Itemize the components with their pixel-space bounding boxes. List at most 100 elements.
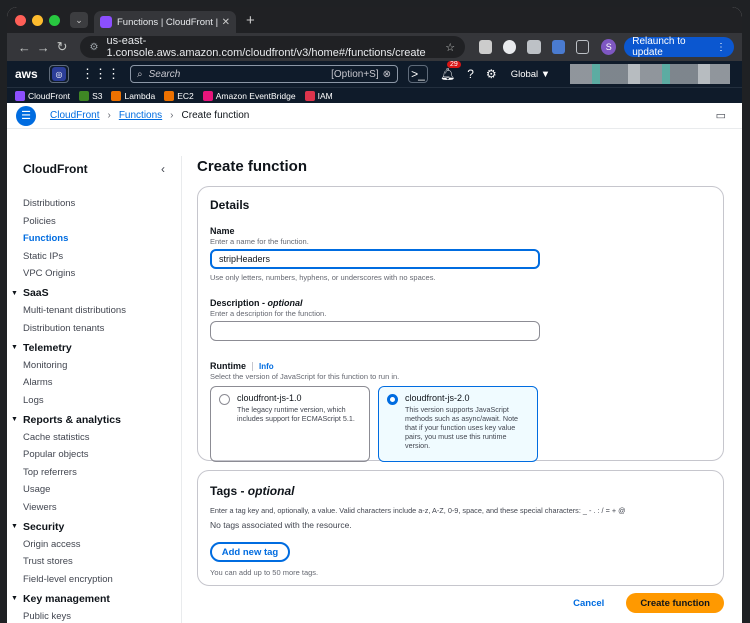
profile-avatar[interactable]: S — [601, 39, 617, 55]
sidebar-item[interactable]: Field-level encryption — [23, 571, 165, 589]
runtime-title: cloudfront-js-2.0 — [405, 393, 470, 403]
back-icon[interactable]: ← — [15, 40, 34, 55]
close-tab-icon[interactable]: ✕ — [222, 17, 230, 28]
sidebar-item[interactable]: Viewers — [23, 499, 165, 517]
page-title: Create function — [197, 158, 308, 175]
sidebar-item[interactable]: Public keys — [23, 608, 165, 623]
extension-icon[interactable] — [503, 40, 517, 54]
caret-down-icon: ▼ — [11, 416, 18, 424]
extension-icon[interactable] — [551, 40, 565, 54]
close-window-button[interactable] — [15, 14, 26, 26]
add-new-tag-button[interactable]: Add new tag — [210, 542, 290, 562]
description-help: Enter a description for the function. — [210, 309, 327, 318]
form-actions: Cancel Create function — [197, 593, 724, 613]
favorite-item[interactable]: S3 — [79, 90, 102, 101]
favorite-item[interactable]: IAM — [304, 90, 333, 101]
cancel-button[interactable]: Cancel — [573, 598, 604, 609]
sidebar-item[interactable]: Alarms — [23, 374, 165, 392]
runtime-info-link[interactable]: Info — [252, 362, 274, 371]
notifications-panel-icon[interactable]: ▭ — [716, 109, 726, 122]
sidebar-section[interactable]: ▼ SaaS — [11, 285, 165, 303]
aws-top-nav: aws ◎ ⋮⋮⋮ ⌕ Search [Option+S] ⊗ >_ 🔔︎ 29 … — [7, 61, 742, 87]
main-content: Create function Details Name Enter a nam… — [197, 156, 724, 613]
sidebar-item[interactable]: Usage — [23, 481, 165, 499]
sidebar-item[interactable]: Static IPs — [23, 248, 165, 266]
sidebar-item[interactable]: Multi-tenant distributions — [23, 302, 165, 320]
runtime-tile-js-1[interactable]: cloudfront-js-1.0 The legacy runtime ver… — [210, 386, 370, 462]
favorite-item[interactable]: Amazon EventBridge — [202, 90, 296, 101]
relaunch-button[interactable]: Relaunch to update ⋮ — [624, 36, 734, 58]
service-button[interactable]: ◎ — [49, 65, 69, 83]
forward-icon[interactable]: → — [34, 40, 53, 55]
description-label: Description - optional — [210, 298, 303, 308]
service-icon — [202, 90, 213, 101]
extensions-puzzle-icon[interactable] — [575, 40, 590, 54]
sidebar-item[interactable]: Distribution tenants — [23, 320, 165, 338]
menu-hamburger-icon[interactable]: ☰ — [16, 105, 36, 126]
apps-grid-icon[interactable]: ⋮⋮⋮ — [81, 66, 120, 82]
region-selector[interactable]: Global ▼ — [511, 69, 551, 80]
bookmark-star-icon[interactable]: ☆ — [445, 41, 455, 54]
account-menu-redacted[interactable] — [570, 64, 731, 84]
aws-search-input[interactable]: ⌕ Search [Option+S] ⊗ — [130, 65, 398, 83]
settings-gear-icon[interactable]: ⚙ — [486, 67, 497, 81]
create-function-button[interactable]: Create function — [626, 593, 724, 613]
sidebar-section[interactable]: ▼ Telemetry — [11, 339, 165, 357]
notification-badge: 29 — [447, 61, 461, 68]
favorite-label: Lambda — [124, 90, 156, 101]
search-placeholder: Search — [148, 68, 181, 80]
sidebar-item[interactable]: Origin access — [23, 536, 165, 554]
sidebar-section-label: Telemetry — [22, 341, 72, 354]
breadcrumb-functions[interactable]: Functions — [119, 110, 162, 121]
cloudshell-icon[interactable]: >_ — [408, 65, 428, 83]
tags-container: Tags - optional Enter a tag key and, opt… — [197, 470, 724, 586]
sidebar-item[interactable]: Cache statistics — [23, 429, 165, 447]
sidebar-section[interactable]: ▼ Security — [11, 518, 165, 536]
runtime-label-text: Runtime — [210, 361, 246, 371]
sidebar-item[interactable]: Trust stores — [23, 553, 165, 571]
sidebar-item[interactable]: VPC Origins — [23, 265, 165, 283]
help-icon[interactable]: ? — [467, 67, 474, 81]
site-info-icon[interactable]: ⚙ — [90, 42, 99, 53]
name-constraint: Use only letters, numbers, hyphens, or u… — [210, 273, 436, 282]
minimize-window-button[interactable] — [32, 14, 43, 26]
sidebar-section[interactable]: ▼ Reports & analytics — [11, 411, 165, 429]
sidebar-title[interactable]: CloudFront — [23, 162, 88, 176]
radio-js-1[interactable] — [219, 394, 230, 405]
extension-icon[interactable] — [479, 40, 493, 54]
sidebar-section[interactable]: ▼ Key management — [11, 590, 165, 608]
sidebar-header: CloudFront ‹ — [23, 159, 165, 179]
sidebar-item[interactable]: Top referrers — [23, 464, 165, 482]
notifications-bell-icon[interactable]: 🔔︎ 29 — [440, 61, 461, 81]
favorite-item[interactable]: CloudFront — [15, 90, 70, 101]
search-icon: ⌕ — [137, 68, 143, 80]
collapse-sidebar-icon[interactable]: ‹ — [161, 162, 165, 176]
sidebar-item[interactable]: Functions — [23, 230, 165, 248]
extension-icon[interactable] — [527, 40, 541, 54]
name-input[interactable]: stripHeaders — [210, 249, 540, 269]
aws-logo[interactable]: aws — [15, 67, 45, 81]
browser-tab[interactable]: Functions | CloudFront | Glob ✕ — [94, 11, 236, 33]
name-description: Enter a name for the function. — [210, 237, 309, 246]
description-label-text: Description — [210, 298, 260, 308]
new-tab-icon[interactable]: + — [246, 12, 255, 29]
url-field[interactable]: ⚙ us-east-1.console.aws.amazon.com/cloud… — [79, 35, 466, 59]
maximize-window-button[interactable] — [49, 14, 60, 26]
tab-search-chevron-icon[interactable]: ⌄ — [70, 12, 88, 28]
sidebar-item[interactable]: Popular objects — [23, 446, 165, 464]
breadcrumb-cloudfront[interactable]: CloudFront — [50, 110, 99, 121]
clear-search-icon[interactable]: ⊗ — [383, 69, 391, 80]
sidebar-item[interactable]: Logs — [23, 392, 165, 410]
description-input[interactable] — [210, 321, 540, 341]
reload-icon[interactable]: ↻ — [53, 39, 72, 55]
favorites-bar: CloudFront S3 Lambda EC2 Amazon EventBridge I… — [7, 87, 742, 103]
favorite-item[interactable]: EC2 — [164, 90, 194, 101]
radio-js-2[interactable] — [387, 394, 398, 405]
sidebar-item[interactable]: Distributions — [23, 195, 165, 213]
runtime-tile-js-2[interactable]: cloudfront-js-2.0 This version supports … — [378, 386, 538, 462]
sidebar-item[interactable]: Policies — [23, 213, 165, 231]
favorite-item[interactable]: Lambda — [111, 90, 156, 101]
favorite-label: IAM — [317, 90, 333, 101]
details-heading: Details — [210, 198, 250, 212]
sidebar-item[interactable]: Monitoring — [23, 357, 165, 375]
